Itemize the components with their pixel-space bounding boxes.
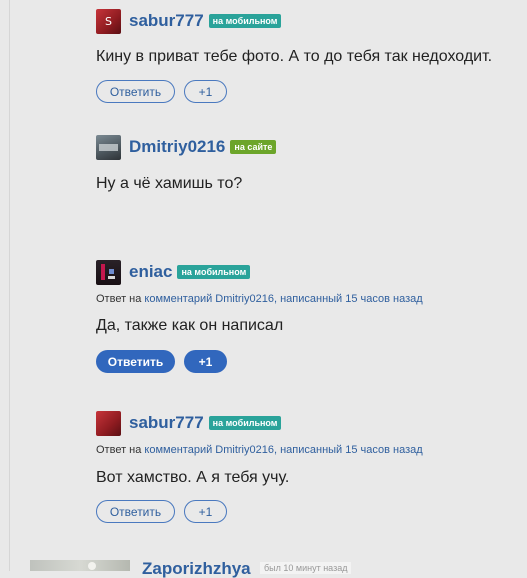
comment-text: Вот хамство. А я тебя учу. (96, 469, 290, 486)
comment-actions: Ответить +1 (96, 350, 527, 373)
thread-indent-line (9, 0, 10, 571)
username-link[interactable]: sabur777 (129, 413, 204, 433)
status-badge: на мобильном (208, 14, 282, 28)
comment-header: eniac на мобильном (96, 259, 527, 285)
reply-button[interactable]: Ответить (96, 500, 175, 523)
comment: Zaporizhzhya был 10 минут назад (30, 560, 527, 577)
reply-parent-link[interactable]: комментарий Dmitriy0216, написанный 15 ч… (144, 293, 422, 305)
reply-reference: Ответ на комментарий Dmitriy0216, написа… (96, 293, 527, 305)
comment: sabur777 на мобильном Ответ на комментар… (96, 410, 527, 523)
avatar[interactable] (96, 410, 121, 436)
username-link[interactable]: sabur777 (129, 11, 204, 31)
comment: eniac на мобильном Ответ на комментарий … (96, 259, 527, 373)
comment: S sabur777 на мобильном Кину в приват те… (96, 8, 527, 103)
status-badge: на мобильном (177, 265, 251, 279)
reply-parent-link[interactable]: комментарий Dmitriy0216, написанный 15 ч… (144, 444, 422, 456)
reply-prefix: Ответ на (96, 444, 142, 456)
comment: Dmitriy0216 на сайте Ну а чё хамишь то? (96, 134, 527, 193)
comment-text: Ну а чё хамишь то? (96, 175, 243, 192)
comment-header: S sabur777 на мобильном (96, 8, 527, 34)
plus-one-button[interactable]: +1 (184, 350, 227, 373)
avatar[interactable] (96, 259, 121, 285)
avatar[interactable] (30, 560, 130, 571)
reply-prefix: Ответ на (96, 293, 142, 305)
comment-header: sabur777 на мобильном (96, 410, 527, 436)
status-badge: на сайте (230, 140, 277, 154)
plus-one-button[interactable]: +1 (184, 500, 227, 523)
reply-button[interactable]: Ответить (96, 80, 175, 103)
comment-header: Dmitriy0216 на сайте (96, 134, 527, 160)
username-link[interactable]: eniac (129, 262, 172, 282)
status-badge: был 10 минут назад (260, 562, 352, 574)
avatar[interactable]: S (96, 8, 121, 34)
username-link[interactable]: Zaporizhzhya (142, 560, 251, 577)
plus-one-button[interactable]: +1 (184, 80, 227, 103)
comment-text: Кину в приват тебе фото. А то до тебя та… (96, 48, 493, 65)
comment-actions: Ответить +1 (96, 500, 527, 523)
username-link[interactable]: Dmitriy0216 (129, 137, 225, 157)
comment-actions: Ответить +1 (96, 80, 527, 103)
comment-text: Да, также как он написал (96, 317, 284, 334)
avatar[interactable] (96, 134, 121, 160)
reply-reference: Ответ на комментарий Dmitriy0216, написа… (96, 444, 527, 456)
reply-button[interactable]: Ответить (96, 350, 175, 373)
status-badge: на мобильном (208, 416, 282, 430)
